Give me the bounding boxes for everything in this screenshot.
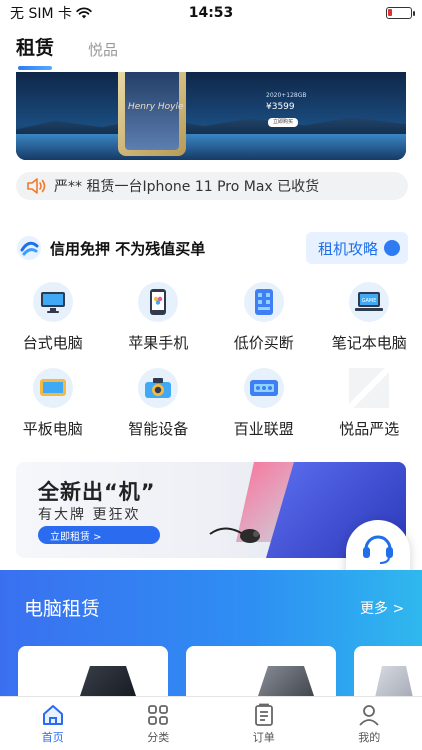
category-laptop[interactable]: GAME 笔记本电脑 <box>317 282 422 368</box>
tabbar-label: 分类 <box>147 730 170 744</box>
category-grid-icon <box>148 704 169 725</box>
tab-yuepin[interactable]: 悦品 <box>88 39 118 70</box>
phone-buyout-icon <box>243 282 284 322</box>
category-label: 笔记本电脑 <box>331 334 407 352</box>
category-label: 苹果手机 <box>128 334 189 352</box>
banner-price-note: 2020+128GB <box>266 92 307 99</box>
tabbar-profile[interactable]: 我的 <box>317 697 422 750</box>
tabbar-home[interactable]: 首页 <box>0 697 106 750</box>
bottom-tab-bar: 首页 分类 订单 我的 <box>0 696 422 750</box>
tabbar-orders[interactable]: 订单 <box>211 697 317 750</box>
speaker-icon <box>27 178 46 194</box>
credit-row: 信用免押 不为残值买单 租机攻略 <box>16 232 408 264</box>
banner-buy-button[interactable]: 立即购买 <box>268 118 298 127</box>
desktop-monitor-icon <box>32 282 73 322</box>
wifi-icon <box>76 7 92 19</box>
carrier-label: 无 SIM 卡 <box>10 6 72 22</box>
category-label: 百业联盟 <box>233 420 294 438</box>
category-selection[interactable]: 悦品严选 <box>317 368 422 448</box>
category-tablet[interactable]: 平板电脑 <box>0 368 106 448</box>
category-label: 低价买断 <box>233 334 294 352</box>
banner-signature: Henry Hoyle <box>128 102 184 112</box>
category-label: 悦品严选 <box>339 420 400 438</box>
smartphone-icon <box>138 282 179 322</box>
section-more-link[interactable]: 更多 > <box>360 598 404 618</box>
category-label: 台式电脑 <box>22 334 83 352</box>
notice-text: 严** 租赁一台Iphone 11 Pro Max 已收货 <box>54 179 320 195</box>
tablet-icon <box>32 368 73 408</box>
product-card[interactable] <box>186 646 336 702</box>
category-iphone[interactable]: 苹果手机 <box>106 282 212 368</box>
credit-logo-icon <box>17 236 41 260</box>
computer-rental-section: 电脑租赁 更多 > <box>0 570 422 702</box>
banner-lake <box>16 134 406 160</box>
product-card[interactable] <box>18 646 168 702</box>
category-smart-device[interactable]: 智能设备 <box>106 368 212 448</box>
camera-icon <box>138 368 179 408</box>
headset-icon <box>363 535 393 564</box>
laptop-icon: GAME <box>349 282 390 322</box>
banner-mountains <box>16 116 406 134</box>
category-grid: 台式电脑 苹果手机 低价买断 GAME 笔记本电脑 平板电脑 智能设备 百业联盟… <box>0 282 422 448</box>
credit-slogan-group: 信用免押 不为残值买单 <box>16 235 205 261</box>
status-time: 14:53 <box>188 5 234 21</box>
earphones-image <box>209 527 260 543</box>
selection-placeholder-icon <box>349 368 390 408</box>
category-label: 平板电脑 <box>22 420 83 438</box>
credit-slogan: 信用免押 不为残值买单 <box>50 239 206 258</box>
status-bar: 无 SIM 卡 14:53 <box>0 0 422 26</box>
category-label: 智能设备 <box>128 420 189 438</box>
svg-text:GAME: GAME <box>362 298 377 304</box>
promo-title: 全新出“机” <box>38 480 156 504</box>
home-icon <box>42 704 63 725</box>
product-card[interactable] <box>354 646 422 702</box>
tabbar-label: 首页 <box>41 730 64 744</box>
guide-dot-icon <box>384 240 400 256</box>
tab-rental[interactable]: 租赁 <box>16 33 54 70</box>
promo-subtitle: 有大牌 更狂欢 <box>38 507 141 523</box>
rental-guide-label: 租机攻略 <box>317 239 378 258</box>
status-left: 无 SIM 卡 <box>10 3 92 23</box>
category-buyout[interactable]: 低价买断 <box>211 282 317 368</box>
top-tabs: 租赁 悦品 <box>0 30 422 70</box>
order-list-icon <box>254 703 273 726</box>
tabbar-label: 我的 <box>358 730 381 744</box>
battery-icon <box>386 7 415 19</box>
banner-phone-image: Henry Hoyle <box>118 72 186 156</box>
tabbar-label: 订单 <box>252 730 275 744</box>
category-desktop[interactable]: 台式电脑 <box>0 282 106 368</box>
tabbar-category[interactable]: 分类 <box>106 697 212 750</box>
section-title: 电脑租赁 <box>24 598 101 620</box>
alliance-icon <box>243 368 284 408</box>
promo-cta-button[interactable]: 立即租赁 > <box>38 526 160 544</box>
rental-guide-button[interactable]: 租机攻略 <box>305 232 408 264</box>
profile-icon <box>359 704 379 726</box>
notice-bar[interactable]: 严** 租赁一台Iphone 11 Pro Max 已收货 <box>16 172 408 200</box>
banner-price: ¥3599 <box>266 102 295 112</box>
category-alliance[interactable]: 百业联盟 <box>211 368 317 448</box>
hero-banner[interactable]: Henry Hoyle 2020+128GB ¥3599 立即购买 <box>16 72 406 160</box>
